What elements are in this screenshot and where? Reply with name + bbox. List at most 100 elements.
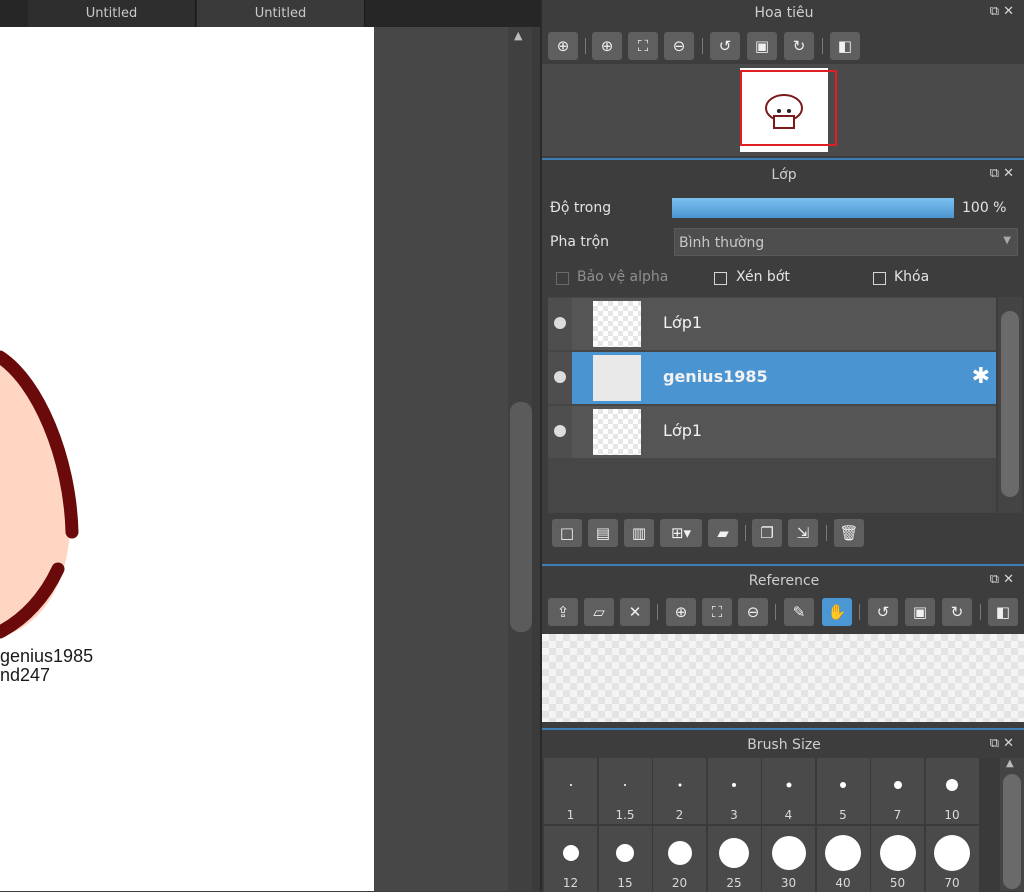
drawing-canvas[interactable]: genius1985 nd247 bbox=[0, 27, 374, 891]
brush-size-label: 25 bbox=[726, 876, 742, 890]
close-icon[interactable]: ✕ bbox=[1003, 166, 1018, 181]
zoom-in-icon[interactable]: ⊕ bbox=[666, 598, 696, 626]
brush-size-option[interactable]: 4 bbox=[762, 758, 815, 824]
opacity-label: Độ trong bbox=[550, 200, 612, 216]
brush-size-option[interactable]: 40 bbox=[816, 826, 870, 892]
opacity-value: 100 % bbox=[962, 200, 1007, 216]
brush-size-option[interactable]: 1 bbox=[544, 758, 597, 824]
undock-icon[interactable]: ⧉ bbox=[990, 736, 1003, 751]
layer-row[interactable]: Lớp1 bbox=[548, 406, 996, 458]
new-folder-icon[interactable]: ▰ bbox=[708, 519, 738, 547]
flip-icon[interactable]: ◧ bbox=[830, 32, 860, 60]
panel-divider bbox=[542, 728, 1024, 730]
visibility-toggle[interactable] bbox=[548, 298, 572, 350]
gear-icon[interactable]: ✱ bbox=[972, 364, 990, 389]
flip-icon[interactable]: ◧ bbox=[988, 598, 1018, 626]
scroll-up-arrow-icon[interactable]: ▲ bbox=[1006, 758, 1014, 769]
undock-icon[interactable]: ⧉ bbox=[990, 166, 1003, 181]
layers-panel-controls[interactable]: ⧉✕ bbox=[990, 166, 1018, 181]
brush-size-option[interactable]: 5 bbox=[816, 758, 870, 824]
clipping-checkbox[interactable] bbox=[714, 272, 727, 285]
navigator-preview[interactable] bbox=[542, 64, 1024, 156]
lock-checkbox[interactable] bbox=[873, 272, 886, 285]
navigator-panel-controls[interactable]: ⧉✕ bbox=[990, 4, 1018, 19]
brush-size-dot-icon bbox=[667, 841, 692, 865]
reference-canvas[interactable] bbox=[542, 634, 1024, 722]
brush-size-option[interactable]: 1.5 bbox=[598, 758, 652, 824]
blend-mode-select[interactable]: Bình thường ▼ bbox=[674, 228, 1018, 256]
brush-size-label: 1.5 bbox=[615, 808, 635, 822]
brush-size-panel-controls[interactable]: ⧉✕ bbox=[990, 736, 1018, 751]
layer-scroll-thumb[interactable] bbox=[1001, 311, 1019, 497]
fit-screen-icon[interactable]: ⛶ bbox=[702, 598, 732, 626]
right-panel-dock: Hoa tiêu ⧉✕ ⊕ ⊕ ⛶ ⊖ ↺ ▣ ↻ ◧ Lớp ⧉✕ Độ tr… bbox=[540, 0, 1024, 892]
merge-down-icon[interactable]: ⇲ bbox=[788, 519, 818, 547]
new-layer-icon[interactable]: □ bbox=[552, 519, 582, 547]
tab-untitled-2[interactable]: Untitled bbox=[197, 0, 365, 27]
brush-size-option[interactable]: 12 bbox=[544, 826, 597, 892]
brush-size-dot-icon bbox=[678, 783, 681, 787]
add-layer-menu-icon[interactable]: ⊞▾ bbox=[660, 519, 702, 547]
zoom-in-icon[interactable]: ⊕ bbox=[592, 32, 622, 60]
brush-size-scrollbar[interactable]: ▲ bbox=[1000, 758, 1024, 891]
brush-size-dot-icon bbox=[946, 779, 958, 791]
scroll-up-arrow-icon[interactable]: ▲ bbox=[514, 29, 522, 42]
reset-view-icon[interactable]: ▣ bbox=[905, 598, 935, 626]
protect-alpha-checkbox[interactable] bbox=[556, 272, 569, 285]
toolbar-separator bbox=[859, 604, 860, 620]
brush-size-label: 7 bbox=[893, 808, 902, 822]
brush-size-option[interactable]: 25 bbox=[707, 826, 761, 892]
eyedropper-icon[interactable]: ✎ bbox=[784, 598, 814, 626]
close-icon[interactable]: ✕ bbox=[620, 598, 650, 626]
brush-size-option[interactable]: 10 bbox=[925, 758, 979, 824]
reference-panel-controls[interactable]: ⧉✕ bbox=[990, 572, 1018, 587]
rotate-left-icon[interactable]: ↺ bbox=[710, 32, 740, 60]
zoom-fit-icon[interactable]: ⊕ bbox=[548, 32, 578, 60]
visibility-toggle[interactable] bbox=[548, 406, 572, 458]
clipping-label: Xén bớt bbox=[736, 269, 790, 285]
rotate-left-icon[interactable]: ↺ bbox=[868, 598, 898, 626]
undock-icon[interactable]: ⧉ bbox=[990, 572, 1003, 587]
open-folder-icon[interactable]: ▱ bbox=[584, 598, 614, 626]
navigator-view-rect[interactable] bbox=[740, 70, 837, 146]
brush-size-option[interactable]: 70 bbox=[925, 826, 979, 892]
brush-size-option[interactable]: 30 bbox=[762, 826, 815, 892]
close-icon[interactable]: ✕ bbox=[1003, 736, 1018, 751]
delete-layer-icon[interactable]: 🗑 bbox=[834, 519, 864, 547]
brush-size-option[interactable]: 7 bbox=[871, 758, 924, 824]
opacity-slider[interactable] bbox=[672, 198, 954, 218]
brush-size-option[interactable]: 50 bbox=[871, 826, 924, 892]
brush-size-label: 50 bbox=[889, 876, 906, 890]
brush-size-option[interactable]: 2 bbox=[653, 758, 706, 824]
brush-size-option[interactable]: 20 bbox=[653, 826, 706, 892]
reset-view-icon[interactable]: ▣ bbox=[747, 32, 777, 60]
undock-icon[interactable]: ⧉ bbox=[990, 4, 1003, 19]
brush-size-label: 70 bbox=[944, 876, 960, 890]
hand-icon[interactable]: ✋ bbox=[822, 598, 852, 626]
chevron-down-icon: ▼ bbox=[1003, 235, 1011, 246]
visibility-toggle[interactable] bbox=[548, 352, 572, 404]
canvas-scroll-thumb[interactable] bbox=[510, 402, 532, 632]
layer-row[interactable]: Lớp1 bbox=[548, 298, 996, 350]
brush-size-option[interactable]: 15 bbox=[598, 826, 652, 892]
tab-untitled-1[interactable]: Untitled bbox=[28, 0, 196, 27]
close-icon[interactable]: ✕ bbox=[1003, 572, 1018, 587]
zoom-out-icon[interactable]: ⊖ bbox=[738, 598, 768, 626]
rotate-right-icon[interactable]: ↻ bbox=[942, 598, 972, 626]
open-upload-icon[interactable]: ⇪ bbox=[548, 598, 578, 626]
layer-row-selected[interactable]: genius1985 ✱ bbox=[548, 352, 996, 404]
layer-list-scrollbar[interactable] bbox=[998, 297, 1022, 513]
toolbar-separator bbox=[585, 38, 586, 54]
new-layer-1bit-icon[interactable]: ▥ bbox=[624, 519, 654, 547]
toolbar-separator bbox=[657, 604, 658, 620]
brush-scroll-thumb[interactable] bbox=[1003, 774, 1021, 889]
fit-screen-icon[interactable]: ⛶ bbox=[628, 32, 658, 60]
brush-size-label: 4 bbox=[784, 808, 793, 822]
duplicate-layer-icon[interactable]: ❐ bbox=[752, 519, 782, 547]
close-icon[interactable]: ✕ bbox=[1003, 4, 1018, 19]
brush-size-option[interactable]: 3 bbox=[707, 758, 761, 824]
zoom-out-icon[interactable]: ⊖ bbox=[664, 32, 694, 60]
new-layer-8bit-icon[interactable]: ▤ bbox=[588, 519, 618, 547]
brush-size-label: 40 bbox=[835, 876, 851, 890]
rotate-right-icon[interactable]: ↻ bbox=[784, 32, 814, 60]
